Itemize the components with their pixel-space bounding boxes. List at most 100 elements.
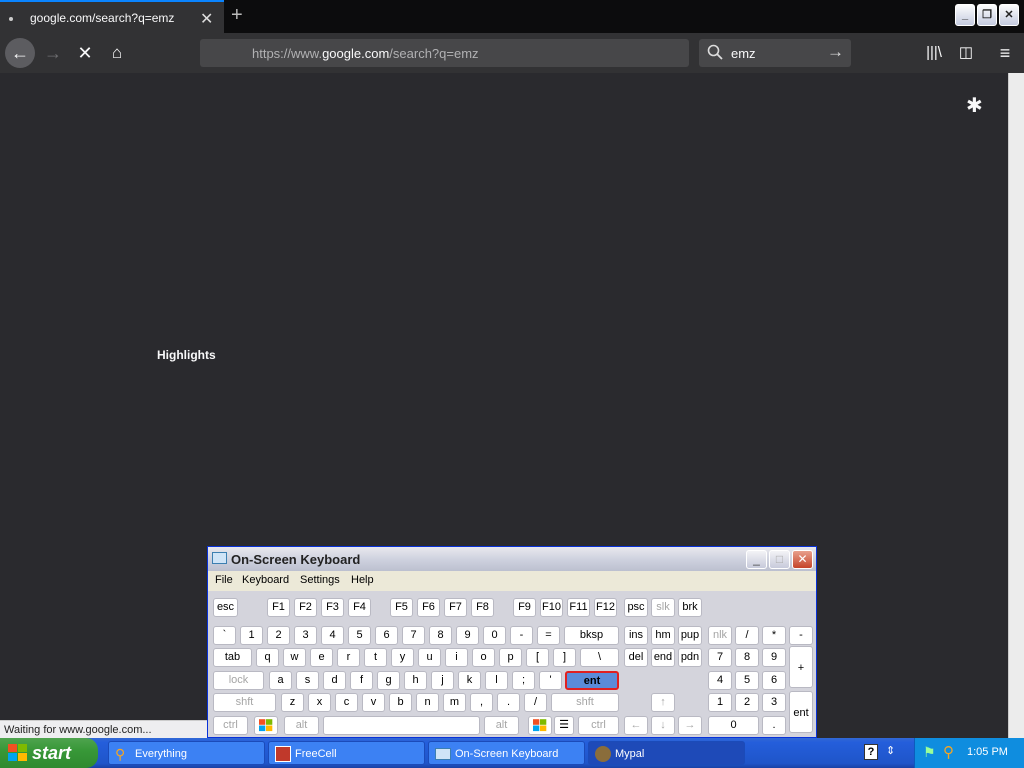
- key-6[interactable]: 6: [375, 626, 398, 645]
- network-icon[interactable]: ⚑: [923, 744, 936, 761]
- key-3[interactable]: 3: [762, 693, 786, 712]
- key-u[interactable]: u: [418, 648, 441, 667]
- key-e[interactable]: e: [310, 648, 333, 667]
- key-ctrl[interactable]: ctrl: [213, 716, 248, 735]
- key-v[interactable]: v: [362, 693, 385, 712]
- search-input[interactable]: emz →: [699, 39, 851, 67]
- key-ctrl[interactable]: ctrl: [578, 716, 619, 735]
- key-`[interactable]: `: [213, 626, 236, 645]
- key-r[interactable]: r: [337, 648, 360, 667]
- osk-titlebar[interactable]: On-Screen Keyboard _ □ ✕: [208, 547, 816, 571]
- key-s[interactable]: s: [296, 671, 319, 690]
- restore-button[interactable]: ❐: [977, 4, 997, 26]
- search-go-icon[interactable]: →: [827, 42, 844, 62]
- key-.[interactable]: .: [497, 693, 520, 712]
- osk-minimize-button[interactable]: _: [746, 550, 767, 569]
- key-c[interactable]: c: [335, 693, 358, 712]
- key-[[interactable]: [: [526, 648, 549, 667]
- key-p[interactable]: p: [499, 648, 522, 667]
- key-F12[interactable]: F12: [594, 598, 617, 617]
- key-5[interactable]: 5: [735, 671, 759, 690]
- key-2[interactable]: 2: [267, 626, 290, 645]
- key-pup[interactable]: pup: [678, 626, 702, 645]
- key-z[interactable]: z: [281, 693, 304, 712]
- key-o[interactable]: o: [472, 648, 495, 667]
- key-6[interactable]: 6: [762, 671, 786, 690]
- library-icon[interactable]: |||\: [919, 38, 949, 68]
- key-1[interactable]: 1: [708, 693, 732, 712]
- key-b[interactable]: b: [389, 693, 412, 712]
- key-F1[interactable]: F1: [267, 598, 290, 617]
- key-lock[interactable]: lock: [213, 671, 264, 690]
- key-slk[interactable]: slk: [651, 598, 675, 617]
- key-application-icon[interactable]: ☰: [554, 716, 574, 735]
- task-freecell[interactable]: FreeCell: [268, 741, 425, 765]
- key-ent[interactable]: ent: [565, 671, 619, 690]
- key-F7[interactable]: F7: [444, 598, 467, 617]
- key--[interactable]: -: [789, 626, 813, 645]
- key-][interactable]: ]: [553, 648, 576, 667]
- task-on-screen-keyboard[interactable]: On-Screen Keyboard: [428, 741, 585, 765]
- key-q[interactable]: q: [256, 648, 279, 667]
- scroll-arrows-icon[interactable]: ⇕: [886, 744, 895, 757]
- menu-keyboard[interactable]: Keyboard: [242, 574, 289, 586]
- close-tab-icon[interactable]: ✕: [200, 9, 213, 29]
- key-psc[interactable]: psc: [624, 598, 648, 617]
- key-hm[interactable]: hm: [651, 626, 675, 645]
- key-w[interactable]: w: [283, 648, 306, 667]
- key-0[interactable]: 0: [483, 626, 506, 645]
- key-.[interactable]: .: [762, 716, 786, 735]
- key-j[interactable]: j: [431, 671, 454, 690]
- menu-help[interactable]: Help: [351, 574, 374, 586]
- back-button[interactable]: ←: [5, 38, 35, 68]
- key-windows-icon[interactable]: [254, 716, 278, 735]
- minimize-button[interactable]: _: [955, 4, 975, 26]
- key-d[interactable]: d: [323, 671, 346, 690]
- key-m[interactable]: m: [443, 693, 466, 712]
- help-icon[interactable]: ?: [864, 744, 878, 760]
- url-bar[interactable]: https://www.google.com/search?q=emz: [200, 39, 689, 67]
- key-,[interactable]: ,: [470, 693, 493, 712]
- osk-close-button[interactable]: ✕: [792, 550, 813, 569]
- scrollbar[interactable]: [1008, 73, 1024, 738]
- key-shft[interactable]: shft: [551, 693, 619, 712]
- tab-active[interactable]: google.com/search?q=emz ✕: [0, 0, 224, 33]
- key-ins[interactable]: ins: [624, 626, 648, 645]
- key-y[interactable]: y: [391, 648, 414, 667]
- osk-maximize-button[interactable]: □: [769, 550, 790, 569]
- key-k[interactable]: k: [458, 671, 481, 690]
- key--[interactable]: -: [510, 626, 533, 645]
- key-'[interactable]: ': [539, 671, 562, 690]
- menu-icon[interactable]: ≡: [990, 38, 1020, 68]
- home-icon[interactable]: ⌂: [102, 38, 132, 68]
- key-8[interactable]: 8: [735, 648, 759, 667]
- key-7[interactable]: 7: [402, 626, 425, 645]
- close-window-button[interactable]: ✕: [999, 4, 1019, 26]
- key-F4[interactable]: F4: [348, 598, 371, 617]
- key-F10[interactable]: F10: [540, 598, 563, 617]
- key-g[interactable]: g: [377, 671, 400, 690]
- key-l[interactable]: l: [485, 671, 508, 690]
- key-alt[interactable]: alt: [484, 716, 519, 735]
- key-x[interactable]: x: [308, 693, 331, 712]
- key-↓[interactable]: ↓: [651, 716, 675, 735]
- new-tab-icon[interactable]: +: [231, 4, 243, 27]
- key-4[interactable]: 4: [708, 671, 732, 690]
- key-*[interactable]: *: [762, 626, 786, 645]
- key-F2[interactable]: F2: [294, 598, 317, 617]
- key-numpad-plus[interactable]: +: [789, 646, 813, 688]
- key-3[interactable]: 3: [294, 626, 317, 645]
- key-0[interactable]: 0: [708, 716, 759, 735]
- key-2[interactable]: 2: [735, 693, 759, 712]
- key-\[interactable]: \: [580, 648, 619, 667]
- menu-file[interactable]: File: [215, 574, 233, 586]
- key-pdn[interactable]: pdn: [678, 648, 702, 667]
- key-brk[interactable]: brk: [678, 598, 702, 617]
- key-esc[interactable]: esc: [213, 598, 238, 617]
- key-F6[interactable]: F6: [417, 598, 440, 617]
- key-f[interactable]: f: [350, 671, 373, 690]
- key-8[interactable]: 8: [429, 626, 452, 645]
- key-F8[interactable]: F8: [471, 598, 494, 617]
- key-n[interactable]: n: [416, 693, 439, 712]
- key-F9[interactable]: F9: [513, 598, 536, 617]
